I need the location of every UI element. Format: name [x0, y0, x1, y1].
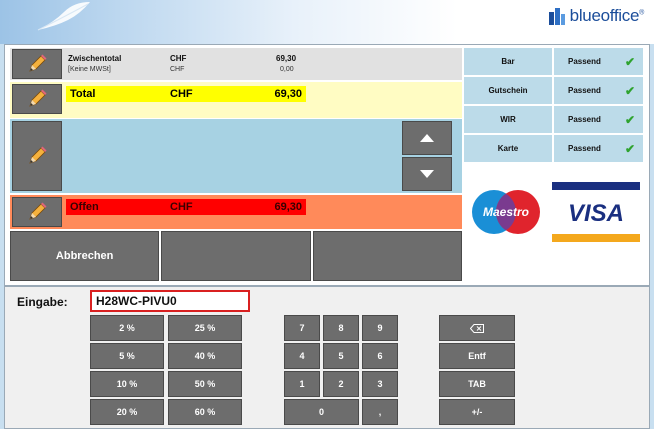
zwischentotal-currency: CHF — [170, 54, 187, 63]
payment-wir-button[interactable]: WIR — [464, 106, 552, 133]
app-header: blueoffice® — [0, 0, 654, 44]
key-3[interactable]: 3 — [362, 371, 398, 397]
key-40-percent[interactable]: 40 % — [168, 343, 242, 369]
plus-minus-button[interactable]: +/- — [439, 399, 515, 425]
empty-action-button-1[interactable] — [161, 231, 311, 281]
tab-button[interactable]: TAB — [439, 371, 515, 397]
maestro-logo-icon[interactable]: Maestro — [467, 186, 545, 238]
cancel-button[interactable]: Abbrechen — [10, 231, 160, 281]
mwst-label: [Keine MWSt] — [68, 66, 111, 73]
key-5[interactable]: 5 — [323, 343, 359, 369]
payment-karte-status[interactable]: Passend ✔ — [554, 135, 643, 162]
pencil-icon — [29, 202, 47, 220]
key-1[interactable]: 1 — [284, 371, 320, 397]
blueoffice-logo: blueoffice® — [548, 4, 644, 28]
pencil-icon — [29, 146, 47, 164]
entries-list — [10, 119, 462, 193]
open-amount-row: Offen CHF 69,30 — [10, 195, 462, 229]
card-logos: Maestro VISA — [464, 167, 643, 257]
action-bar: Abbrechen — [10, 231, 462, 281]
visa-text: VISA — [568, 200, 624, 227]
total-highlight: Total CHF 69,30 — [66, 86, 306, 102]
payment-row-karte: Karte Passend ✔ — [464, 135, 643, 162]
backspace-button[interactable] — [439, 315, 515, 341]
key-20-percent[interactable]: 20 % — [90, 399, 164, 425]
delete-button[interactable]: Entf — [439, 343, 515, 369]
edit-open-amount-button[interactable] — [12, 197, 62, 227]
mwst-value: 0,00 — [280, 66, 294, 73]
mwst-currency: CHF — [170, 66, 185, 73]
payment-status-text: Passend — [568, 144, 601, 153]
payment-status-text: Passend — [568, 86, 601, 95]
total-value: 69,30 — [274, 88, 302, 100]
key-50-percent[interactable]: 50 % — [168, 371, 242, 397]
offen-value: 69,30 — [274, 201, 302, 213]
total-currency: CHF — [170, 88, 193, 100]
key-2[interactable]: 2 — [323, 371, 359, 397]
checkmark-icon: ✔ — [624, 54, 635, 69]
maestro-text: Maestro — [483, 205, 529, 219]
payment-panel: Zwischentotal CHF 69,30 [Keine MWSt] CHF… — [4, 44, 650, 286]
key-10-percent[interactable]: 10 % — [90, 371, 164, 397]
edit-entry-button[interactable] — [12, 121, 62, 191]
arrow-up-icon — [420, 134, 434, 142]
checkmark-icon: ✔ — [624, 141, 635, 156]
input-field[interactable]: H28WC-PIVU0 — [90, 290, 250, 312]
scroll-up-button[interactable] — [402, 121, 452, 155]
offen-label: Offen — [70, 201, 99, 213]
key-comma[interactable]: , — [362, 399, 398, 425]
payment-karte-button[interactable]: Karte — [464, 135, 552, 162]
checkmark-icon: ✔ — [624, 112, 635, 127]
key-8[interactable]: 8 — [323, 315, 359, 341]
payment-status-text: Passend — [568, 57, 601, 66]
subtotal-row: Zwischentotal CHF 69,30 [Keine MWSt] CHF… — [10, 48, 462, 80]
open-amount-highlight: Offen CHF 69,30 — [66, 199, 306, 215]
key-0[interactable]: 0 — [284, 399, 359, 425]
offen-currency: CHF — [170, 201, 193, 213]
key-25-percent[interactable]: 25 % — [168, 315, 242, 341]
payment-wir-status[interactable]: Passend ✔ — [554, 106, 643, 133]
checkmark-icon: ✔ — [624, 83, 635, 98]
key-4[interactable]: 4 — [284, 343, 320, 369]
payment-row-bar: Bar Passend ✔ — [464, 48, 643, 75]
key-60-percent[interactable]: 60 % — [168, 399, 242, 425]
input-keypad-panel: Eingabe: H28WC-PIVU0 2 % 25 % 5 % 40 % 1… — [4, 286, 650, 429]
zwischentotal-label: Zwischentotal — [68, 54, 122, 63]
blueoffice-logo-icon — [548, 8, 565, 25]
payment-bar-button[interactable]: Bar — [464, 48, 552, 75]
backspace-icon — [470, 323, 484, 333]
key-6[interactable]: 6 — [362, 343, 398, 369]
key-9[interactable]: 9 — [362, 315, 398, 341]
key-7[interactable]: 7 — [284, 315, 320, 341]
brand-name: blueoffice® — [569, 6, 645, 25]
input-label: Eingabe: — [17, 295, 68, 309]
pencil-icon — [29, 89, 47, 107]
feather-logo-icon — [37, 2, 90, 31]
payment-row-gutschein: Gutschein Passend ✔ — [464, 77, 643, 104]
scroll-down-button[interactable] — [402, 157, 452, 191]
payment-bar-status[interactable]: Passend ✔ — [554, 48, 643, 75]
arrow-down-icon — [420, 170, 434, 178]
key-2-percent[interactable]: 2 % — [90, 315, 164, 341]
payment-gutschein-button[interactable]: Gutschein — [464, 77, 552, 104]
payment-methods: Bar Passend ✔ Gutschein Passend ✔ WIR Pass… — [464, 48, 643, 164]
payment-status-text: Passend — [568, 115, 601, 124]
total-label: Total — [70, 88, 96, 100]
pencil-icon — [29, 54, 47, 72]
visa-logo-icon[interactable]: VISA — [551, 182, 640, 242]
total-row: Total CHF 69,30 — [10, 82, 462, 118]
payment-gutschein-status[interactable]: Passend ✔ — [554, 77, 643, 104]
empty-action-button-2[interactable] — [312, 231, 462, 281]
edit-total-button[interactable] — [12, 84, 62, 114]
key-5-percent[interactable]: 5 % — [90, 343, 164, 369]
zwischentotal-value: 69,30 — [276, 54, 297, 63]
payment-row-wir: WIR Passend ✔ — [464, 106, 643, 133]
edit-subtotal-button[interactable] — [12, 49, 62, 79]
